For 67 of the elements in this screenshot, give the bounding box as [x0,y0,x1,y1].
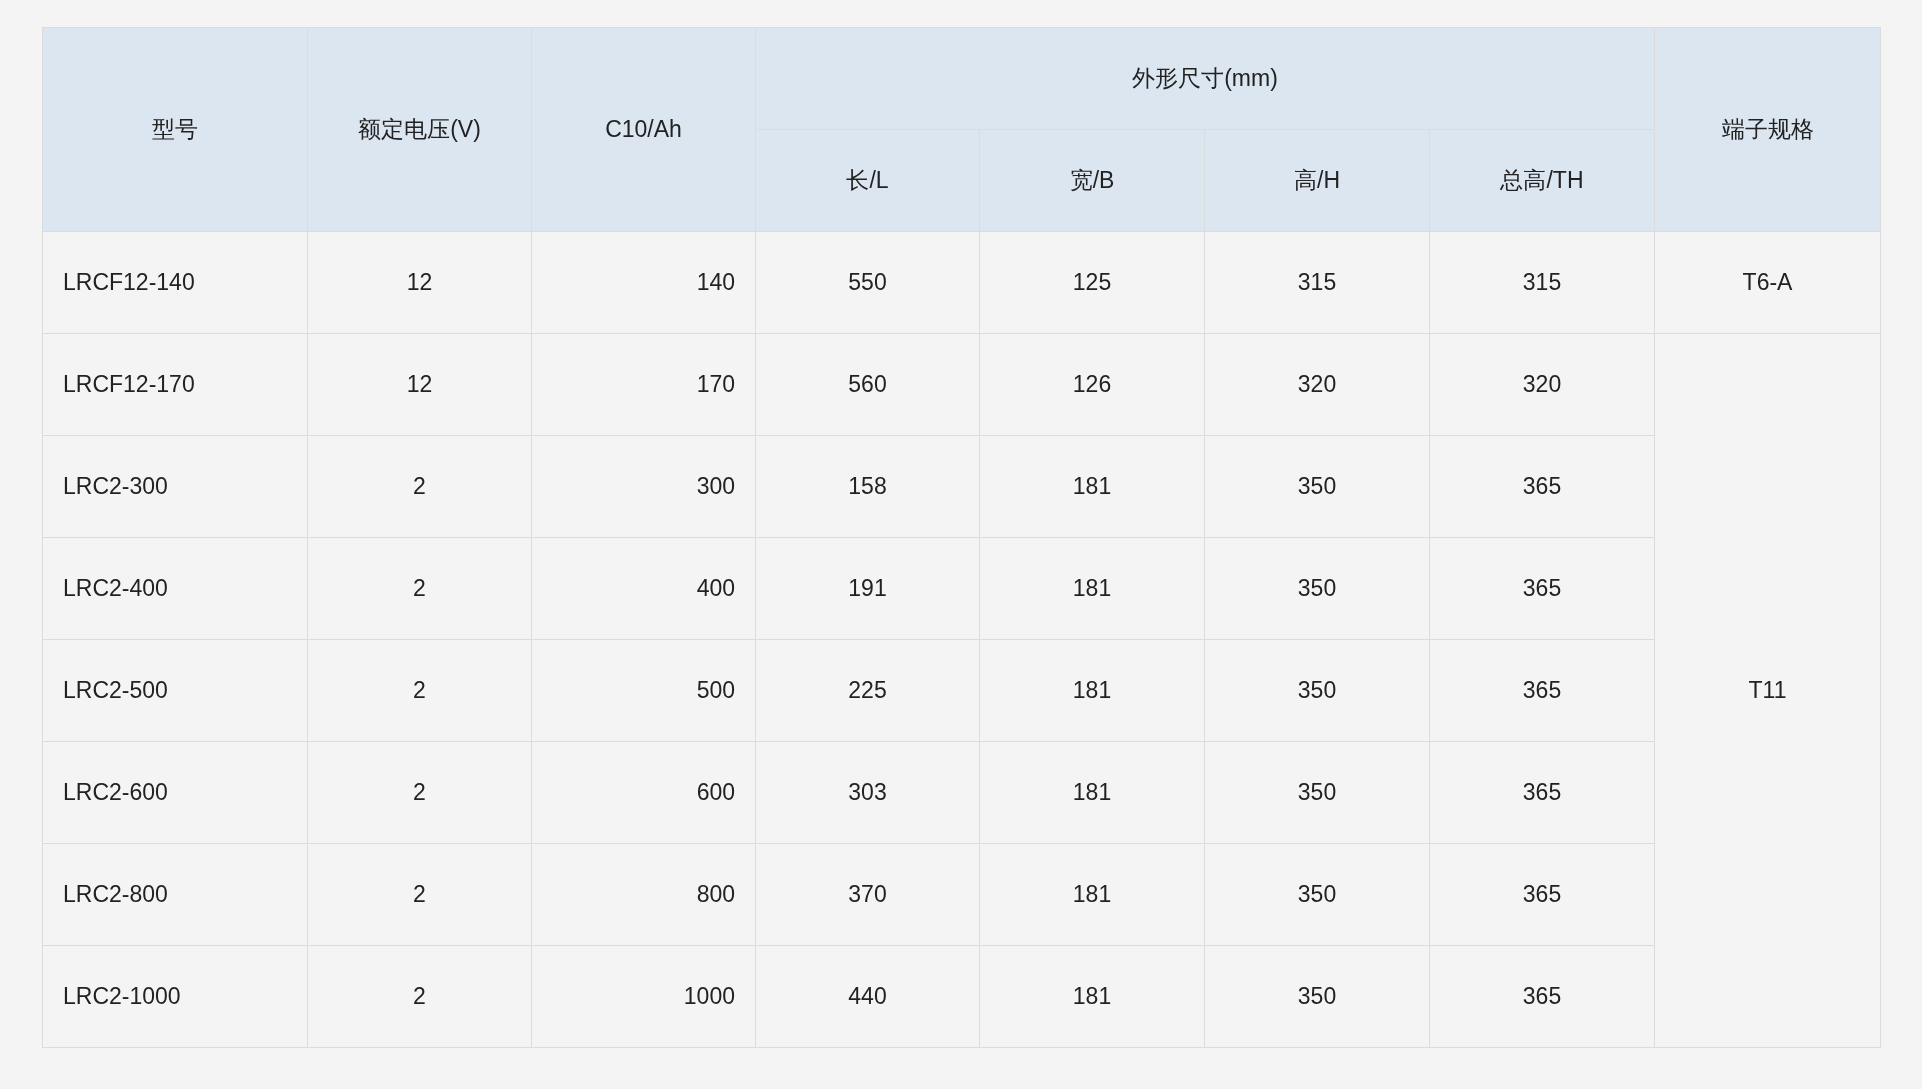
table-cell: LRC2-400 [42,537,308,640]
column-header: 总高/TH [1429,129,1655,232]
table-cell: 350 [1204,843,1430,946]
table-cell: 350 [1204,945,1430,1048]
table-cell: 365 [1429,537,1655,640]
table-cell: 350 [1204,639,1430,742]
column-header: 端子规格 [1654,27,1881,232]
table-cell: 350 [1204,435,1430,538]
table-cell: 320 [1429,333,1655,436]
table-cell: 365 [1429,945,1655,1048]
column-header: 高/H [1204,129,1430,232]
table-cell: 12 [307,231,532,334]
table-cell: 350 [1204,741,1430,844]
table-cell: 2 [307,435,532,538]
table-cell: 170 [531,333,756,436]
table-cell: 2 [307,945,532,1048]
table-cell: 320 [1204,333,1430,436]
column-header: 宽/B [979,129,1205,232]
table-cell: 365 [1429,741,1655,844]
table-cell: 2 [307,537,532,640]
table-cell: 12 [307,333,532,436]
table-cell: 370 [755,843,980,946]
table-cell: 225 [755,639,980,742]
table-cell: 500 [531,639,756,742]
table-cell: T6-A [1654,231,1881,334]
table-cell: 600 [531,741,756,844]
table-cell: 365 [1429,843,1655,946]
table-cell: LRCF12-170 [42,333,308,436]
table-cell: 181 [979,537,1205,640]
table-cell: 140 [531,231,756,334]
table-cell: 181 [979,741,1205,844]
table-cell: 181 [979,639,1205,742]
column-group-header: 外形尺寸(mm) [755,27,1655,130]
table-cell: 315 [1429,231,1655,334]
table-cell: 125 [979,231,1205,334]
table-cell: 191 [755,537,980,640]
table-cell: 181 [979,435,1205,538]
column-header: 额定电压(V) [307,27,532,232]
table-cell: 126 [979,333,1205,436]
table-cell: 181 [979,945,1205,1048]
column-header: 长/L [755,129,980,232]
table-cell: 365 [1429,435,1655,538]
table-cell: LRC2-500 [42,639,308,742]
table-cell: 303 [755,741,980,844]
table-cell: LRC2-800 [42,843,308,946]
table-cell: 315 [1204,231,1430,334]
table-cell: 440 [755,945,980,1048]
table-cell: 550 [755,231,980,334]
table-cell: 1000 [531,945,756,1048]
table-cell: 350 [1204,537,1430,640]
table-cell: LRC2-300 [42,435,308,538]
table-cell: T11 [1654,333,1881,1048]
table-cell: 560 [755,333,980,436]
table-cell: 2 [307,639,532,742]
table-cell: 400 [531,537,756,640]
column-header: 型号 [42,27,308,232]
table-cell: LRC2-600 [42,741,308,844]
table-cell: 300 [531,435,756,538]
table-cell: LRCF12-140 [42,231,308,334]
table-cell: 181 [979,843,1205,946]
table-cell: 158 [755,435,980,538]
table-cell: 2 [307,843,532,946]
table-cell: LRC2-1000 [42,945,308,1048]
table-cell: 800 [531,843,756,946]
table-cell: 2 [307,741,532,844]
table-cell: 365 [1429,639,1655,742]
column-header: C10/Ah [531,27,756,232]
